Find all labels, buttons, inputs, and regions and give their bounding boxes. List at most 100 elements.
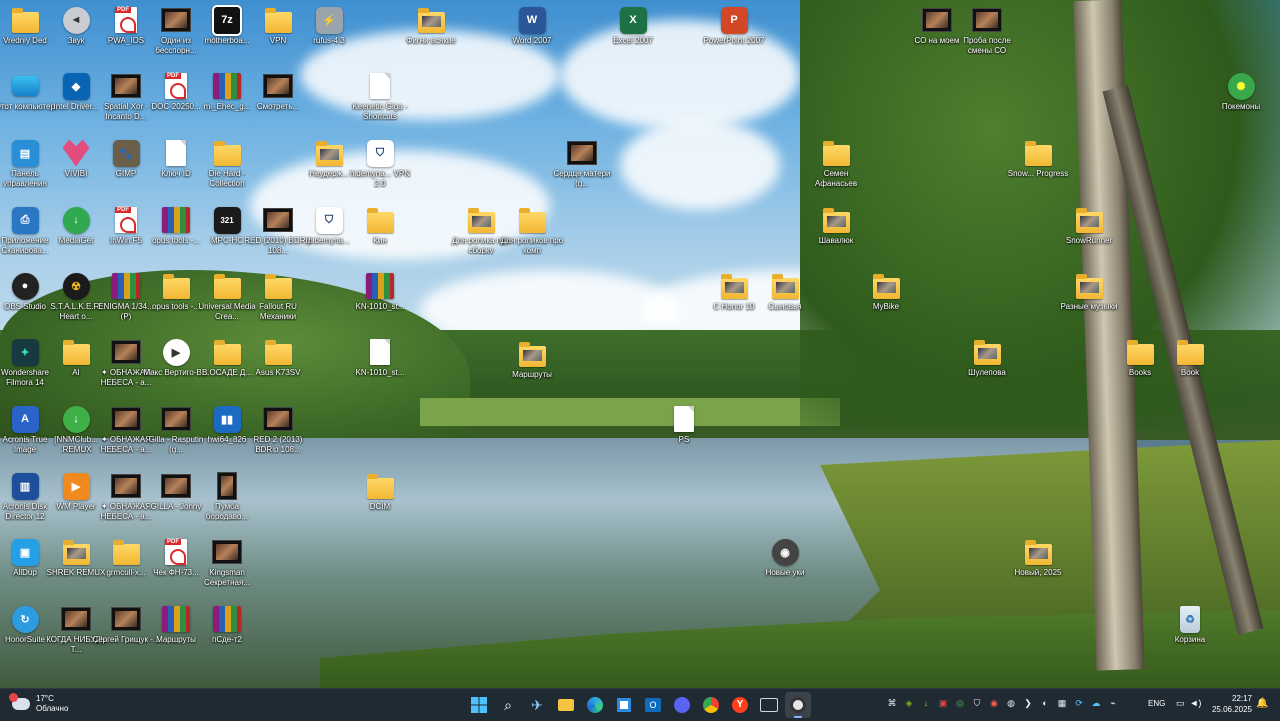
desktop-icon[interactable]: Asus K73SV bbox=[244, 338, 312, 378]
archive-icon bbox=[162, 606, 190, 632]
airplane-icon: ✈ bbox=[531, 696, 543, 713]
desktop-icon[interactable]: Сердце матери (g... bbox=[548, 139, 616, 188]
desktop-icon[interactable]: W Word 2007 bbox=[498, 6, 566, 46]
desktop-icon[interactable]: X Excel 2007 bbox=[599, 6, 667, 46]
keyboard-icon[interactable]: ▦ bbox=[1056, 697, 1068, 709]
language-indicator[interactable]: ENG bbox=[1148, 699, 1165, 708]
desktop-icon[interactable]: Snow... Progress bbox=[1004, 139, 1072, 179]
taskbar-app-obs[interactable] bbox=[785, 692, 811, 718]
desktop-icon[interactable]: KN-1010_st... bbox=[346, 272, 414, 312]
desktop-icon[interactable]: MyBike bbox=[852, 272, 920, 312]
video-icon bbox=[263, 208, 293, 232]
clock[interactable]: 22:17 25.06.2025 bbox=[1210, 693, 1252, 715]
desktop-icon[interactable]: ✺ Покемоны bbox=[1207, 72, 1275, 112]
start-button[interactable] bbox=[466, 692, 492, 718]
notification-icon[interactable]: 🔔 bbox=[1256, 698, 1268, 709]
folder-icon bbox=[872, 273, 900, 299]
filmora-icon: ✦ bbox=[11, 338, 39, 366]
desktop-icon-label: Keenetic Giga - Shortcuts bbox=[352, 102, 408, 121]
desktop-icon[interactable]: DCIM bbox=[346, 472, 414, 512]
utorrent-tray-icon[interactable]: ↓ bbox=[920, 697, 932, 709]
desktop-icon[interactable]: Шулепова bbox=[953, 338, 1021, 378]
desktop-icon[interactable]: Keenetic Giga - Shortcuts bbox=[346, 72, 414, 121]
desktop-icon[interactable]: Проба после смены СО bbox=[953, 6, 1021, 55]
desktop-icon[interactable]: Маршруты bbox=[498, 340, 566, 380]
taskbar-app-outlook[interactable]: O bbox=[640, 692, 666, 718]
desktop-icon[interactable]: Смотреть... bbox=[244, 72, 312, 112]
desktop-icon[interactable]: Сыновья bbox=[751, 272, 819, 312]
taskbar-app-terminal[interactable] bbox=[756, 692, 782, 718]
desktop-icon[interactable]: SnowRunner bbox=[1055, 206, 1123, 246]
search-button[interactable]: ⌕ bbox=[495, 692, 521, 718]
sync-icon[interactable]: ⟳ bbox=[1073, 697, 1085, 709]
excel-icon: X bbox=[619, 6, 647, 34]
desktop-icon-label: Fallout RU Механики bbox=[259, 302, 297, 321]
video-icon bbox=[161, 474, 191, 498]
desktop-icon[interactable]: Kingsman Секретная... bbox=[193, 538, 261, 587]
steam-icon[interactable]: ◐ bbox=[1039, 697, 1051, 709]
shield-icon[interactable]: ⛉ bbox=[971, 697, 983, 709]
recycle-bin-icon: ♻ bbox=[1180, 605, 1200, 633]
desktop-icon[interactable]: ♻ Корзина bbox=[1156, 605, 1224, 645]
desktop-icon[interactable]: ⚡ rufus-4.3 bbox=[295, 6, 363, 46]
desktop-icon[interactable]: Кин bbox=[346, 206, 414, 246]
taskbar-app-flight[interactable]: ✈ bbox=[524, 692, 550, 718]
clock-time: 22:17 bbox=[1231, 694, 1252, 703]
folder-icon bbox=[417, 7, 445, 33]
video-icon bbox=[111, 607, 141, 631]
video-icon bbox=[111, 74, 141, 98]
desktop-icon[interactable]: Die Hard - Collection bbox=[193, 139, 261, 188]
chrome-icon bbox=[703, 697, 719, 713]
desktop-icon-label: hidemyna... VPN 2.0 bbox=[349, 169, 411, 188]
taskbar-app-file-explorer[interactable] bbox=[553, 692, 579, 718]
desktop-icon[interactable]: пСде-т2 bbox=[193, 605, 261, 645]
mediaget-tray-icon[interactable]: ◎ bbox=[954, 697, 966, 709]
taskbar-app-yandex[interactable]: Y bbox=[727, 692, 753, 718]
desktop-icon[interactable]: Фигни всякие bbox=[397, 6, 465, 46]
desktop-icon-label: Excel 2007 bbox=[613, 36, 653, 45]
desktop-icon-label: Новые уки bbox=[765, 568, 805, 577]
desktop-icon[interactable]: Fallout RU Механики bbox=[244, 272, 312, 321]
desktop-icon[interactable]: ◉ Новые уки bbox=[751, 538, 819, 578]
desktop-icon-label: MyBike bbox=[872, 302, 900, 311]
quick-settings[interactable]: ▭ ◄) bbox=[1176, 698, 1201, 709]
hidemyname-icon: ⛉ bbox=[366, 139, 394, 167]
taskbar-app-discord[interactable] bbox=[669, 692, 695, 718]
gimp-icon: 🐾 bbox=[112, 139, 140, 167]
desktop-icon-label: Шавалюк bbox=[818, 236, 854, 245]
desktop-icon[interactable]: ⛉ hidemyna... VPN 2.0 bbox=[346, 139, 414, 188]
play-icon: ▶ bbox=[162, 338, 190, 366]
desktop-icon[interactable]: Разные музыки bbox=[1055, 272, 1123, 312]
desktop-icon[interactable]: RED 2 (2013) BDRip 108... bbox=[244, 405, 312, 454]
desktop-icon[interactable]: Новый, 2025 bbox=[1004, 538, 1072, 578]
alldup-icon: ▣ bbox=[11, 538, 39, 566]
desktop-icon[interactable]: PS bbox=[650, 405, 718, 445]
nvidia-icon[interactable]: ◈ bbox=[903, 697, 915, 709]
folder-icon bbox=[1176, 339, 1204, 365]
taskbar-app-chrome[interactable] bbox=[698, 692, 724, 718]
folder-icon bbox=[62, 339, 90, 365]
recording-icon[interactable]: ▣ bbox=[937, 697, 949, 709]
yandex-disk-icon[interactable]: ◉ bbox=[988, 697, 1000, 709]
desktop-icon-label: Проба после смены СО bbox=[963, 36, 1011, 55]
camera-icon: ◉ bbox=[771, 538, 799, 566]
desktop-icon[interactable]: Для роликов про комп bbox=[498, 206, 566, 255]
desktop-icon[interactable]: P PowerPoint 2007 bbox=[700, 6, 768, 46]
hwinfo-icon: ▮▮ bbox=[213, 405, 241, 433]
weather-widget[interactable]: 17°C Облачно bbox=[9, 693, 68, 714]
gamepad-icon[interactable]: ⌘ bbox=[886, 697, 898, 709]
taskbar-app-edge[interactable] bbox=[582, 692, 608, 718]
desktop-icon[interactable]: Семен Афанасьев bbox=[802, 139, 870, 188]
desktop-icon[interactable]: KN-1010_st... bbox=[346, 338, 414, 378]
network-share-icon[interactable]: ◍ bbox=[1005, 697, 1017, 709]
terminal-tray-icon[interactable]: ❯ bbox=[1022, 697, 1034, 709]
desktop-icon[interactable]: Шавалюк bbox=[802, 206, 870, 246]
taskbar-app-store[interactable] bbox=[611, 692, 637, 718]
folder-icon bbox=[1075, 273, 1103, 299]
folder-icon bbox=[162, 273, 190, 299]
system-tray: ⌘ ◈ ↓ ▣ ◎ ⛉ ◉ ◍ ❯ ◐ ▦ ⟳ ☁ ⌁ bbox=[886, 697, 1119, 709]
wifi-status-icon[interactable]: ⌁ bbox=[1107, 697, 1119, 709]
desktop-icon[interactable]: Пумба бородаво... bbox=[193, 472, 261, 521]
onedrive-icon[interactable]: ☁ bbox=[1090, 697, 1102, 709]
desktop-icon[interactable]: Book bbox=[1156, 338, 1224, 378]
